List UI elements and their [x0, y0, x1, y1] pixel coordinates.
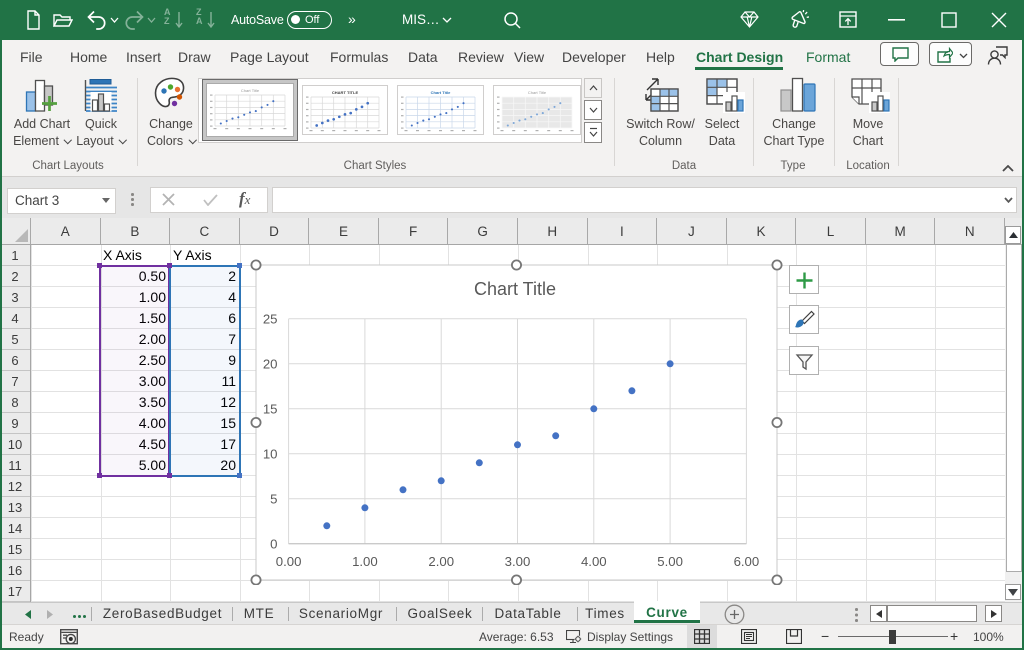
svg-text:4.00: 4.00	[581, 554, 607, 569]
svg-text:Chart Title: Chart Title	[474, 279, 556, 299]
svg-text:Chart Title: Chart Title	[528, 90, 547, 95]
svg-text:5.00: 5.00	[657, 554, 683, 569]
svg-text:2.00: 2.00	[428, 554, 454, 569]
svg-text:1.00: 1.00	[352, 554, 378, 569]
svg-text:Chart Title: Chart Title	[431, 90, 451, 95]
svg-text:0: 0	[270, 537, 277, 552]
svg-text:0.00: 0.00	[276, 554, 302, 569]
svg-text:15: 15	[263, 402, 278, 417]
svg-text:20: 20	[263, 357, 278, 372]
svg-text:25: 25	[263, 312, 278, 327]
svg-text:Chart Title: Chart Title	[241, 88, 260, 93]
svg-text:6.00: 6.00	[734, 554, 760, 569]
svg-text:CHART TITLE: CHART TITLE	[332, 90, 359, 95]
svg-text:3.00: 3.00	[505, 554, 531, 569]
svg-text:10: 10	[263, 447, 278, 462]
svg-text:5: 5	[270, 492, 277, 507]
